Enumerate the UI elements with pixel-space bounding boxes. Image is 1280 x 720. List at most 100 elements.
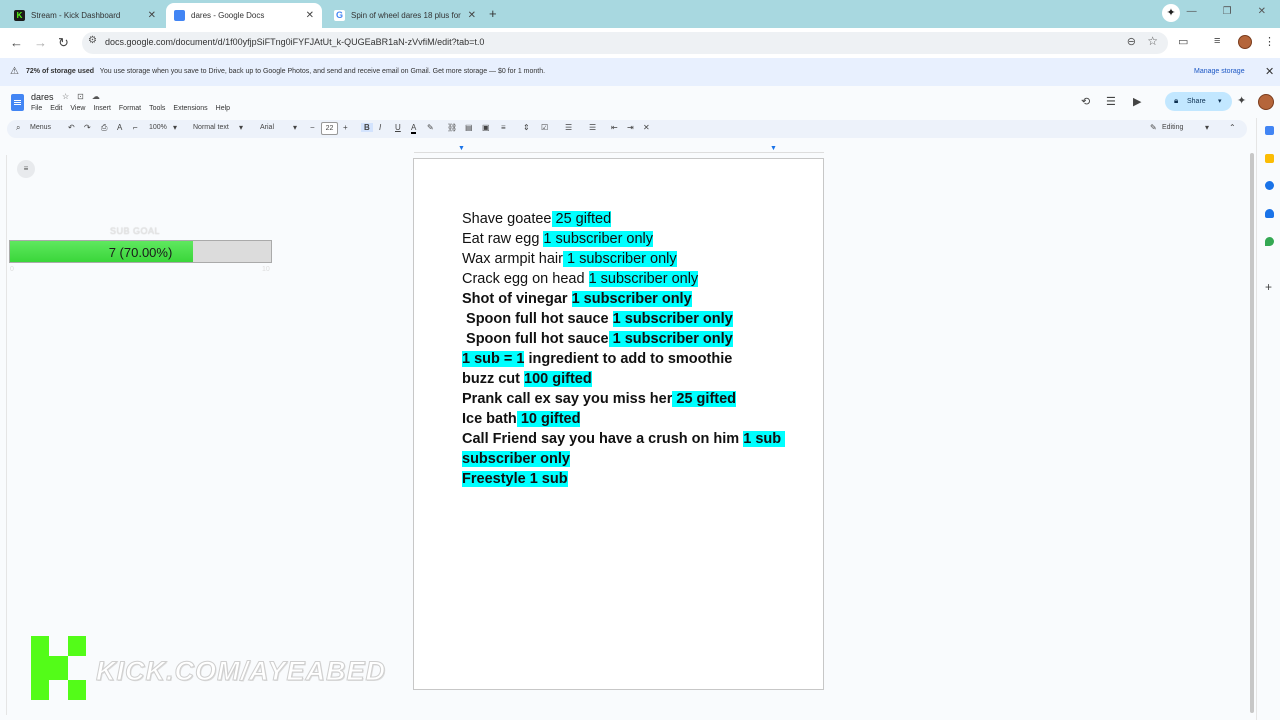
chevron-down-icon[interactable]: ▾ [1218, 97, 1222, 105]
scrollbar[interactable] [1250, 153, 1254, 713]
gemini-icon[interactable]: ✦ [1162, 4, 1180, 22]
star-icon[interactable]: ☆ [62, 92, 69, 101]
document-line[interactable]: Crack egg on head 1 subscriber only [462, 269, 782, 289]
document-body[interactable]: Shave goatee 25 gifted Eat raw egg 1 subs… [462, 209, 786, 489]
menu-help[interactable]: Help [216, 105, 230, 112]
forward-icon[interactable]: → [34, 35, 47, 50]
document-line[interactable]: Call Friend say you have a crush on him … [462, 429, 786, 469]
undo-icon[interactable]: ↶ [68, 123, 75, 132]
move-folder-icon[interactable]: ⊡ [77, 92, 84, 101]
decrease-indent-icon[interactable]: ⇤ [611, 123, 618, 132]
decrease-font-icon[interactable]: − [310, 123, 315, 132]
menu-insert[interactable]: Insert [93, 105, 111, 112]
minimize-icon[interactable]: — [1187, 6, 1197, 17]
align-icon[interactable]: ≡ [501, 123, 506, 132]
document-line[interactable]: Shave goatee 25 gifted [462, 209, 782, 229]
reading-list-icon[interactable]: ≡ [1214, 35, 1220, 47]
underline-icon[interactable]: U [395, 123, 401, 132]
collapse-toolbar-icon[interactable]: ⌃ [1229, 123, 1236, 132]
document-line[interactable]: buzz cut 100 gifted [462, 369, 782, 389]
document-page[interactable]: Shave goatee 25 gifted Eat raw egg 1 subs… [413, 158, 824, 690]
document-line[interactable]: 1 sub = 1 ingredient to add to smoothie [462, 349, 782, 369]
close-banner-icon[interactable]: ✕ [1265, 65, 1274, 78]
highlight-color-icon[interactable]: ✎ [427, 123, 434, 132]
document-line[interactable]: Spoon full hot sauce 1 subscriber only [462, 329, 782, 349]
add-addon-icon[interactable]: + [1265, 280, 1272, 294]
document-line[interactable]: Eat raw egg 1 subscriber only [462, 229, 782, 249]
keep-icon[interactable] [1265, 154, 1274, 163]
right-indent-marker[interactable]: ▼ [770, 145, 777, 152]
comments-icon[interactable]: ☰ [1106, 95, 1116, 108]
version-history-icon[interactable]: ⟲ [1081, 95, 1090, 108]
document-line[interactable]: Wax armpit hair 1 subscriber only [462, 249, 782, 269]
more-menu-icon[interactable]: ⋮ [1264, 35, 1275, 48]
document-title[interactable]: dares [31, 92, 54, 102]
close-icon[interactable]: ✕ [306, 10, 314, 21]
zoom-select[interactable]: 100% [149, 124, 167, 131]
close-icon[interactable]: ✕ [468, 10, 476, 21]
document-line[interactable]: Spoon full hot sauce 1 subscriber only [462, 309, 782, 329]
manage-storage-link[interactable]: Manage storage [1194, 68, 1245, 75]
numbered-list-icon[interactable]: ☰ [589, 123, 596, 132]
restore-icon[interactable]: ❐ [1223, 6, 1232, 17]
contacts-icon[interactable] [1265, 209, 1274, 218]
increase-indent-icon[interactable]: ⇥ [627, 123, 634, 132]
search-icon[interactable]: ⌕ [16, 123, 20, 133]
bullet-list-icon[interactable]: ☰ [565, 123, 572, 132]
tab-google-docs[interactable]: dares - Google Docs ✕ [166, 3, 322, 28]
account-avatar[interactable] [1258, 94, 1274, 110]
clear-formatting-icon[interactable]: ✕ [643, 123, 650, 132]
paint-format-icon[interactable]: ⌐ [133, 123, 138, 132]
zoom-icon[interactable]: ⊖ [1127, 35, 1136, 48]
text-color-icon[interactable]: A [411, 123, 417, 134]
font-select[interactable]: Arial [260, 124, 274, 131]
document-line[interactable]: Prank call ex say you miss her 25 gifted [462, 389, 782, 409]
gemini-sparkle-icon[interactable]: ✦ [1237, 94, 1246, 107]
document-line[interactable]: Freestyle 1 sub [462, 469, 782, 489]
image-icon[interactable]: ▣ [482, 123, 490, 132]
menu-file[interactable]: File [31, 105, 42, 112]
meet-icon[interactable]: ▶ [1133, 95, 1141, 108]
style-select[interactable]: Normal text [193, 124, 229, 131]
tab-spin-wheel[interactable]: G Spin of wheel dares 18 plus for ✕ [326, 3, 484, 28]
italic-icon[interactable]: I [379, 123, 381, 132]
checklist-icon[interactable]: ☑ [541, 123, 548, 132]
link-icon[interactable]: ⛓ [447, 123, 457, 132]
menus-search[interactable]: Menus [30, 124, 51, 131]
increase-font-icon[interactable]: + [343, 123, 348, 132]
font-size-input[interactable]: 22 [321, 122, 338, 135]
tasks-icon[interactable] [1265, 181, 1274, 190]
editing-mode-select[interactable]: Editing [1162, 124, 1183, 131]
menu-tools[interactable]: Tools [149, 105, 165, 112]
bold-icon[interactable]: B [361, 123, 373, 132]
site-info-icon[interactable]: ⚙ [88, 35, 97, 46]
menu-view[interactable]: View [70, 105, 85, 112]
document-line[interactable]: Shot of vinegar 1 subscriber only [462, 289, 782, 309]
profile-avatar[interactable] [1238, 35, 1252, 49]
document-outline-icon[interactable]: ≡ [17, 160, 35, 178]
document-line[interactable]: Ice bath 10 gifted [462, 409, 782, 429]
spellcheck-icon[interactable]: A [117, 123, 122, 132]
maps-icon[interactable] [1265, 237, 1274, 246]
reload-icon[interactable]: ↻ [58, 35, 69, 51]
calendar-icon[interactable] [1265, 126, 1274, 135]
close-window-icon[interactable]: ✕ [1258, 6, 1266, 17]
google-icon: G [334, 10, 345, 21]
new-tab-icon[interactable]: + [489, 6, 497, 21]
tab-kick-dashboard[interactable]: K Stream - Kick Dashboard ✕ [6, 3, 164, 28]
url-bar[interactable]: ⚙ docs.google.com/document/d/1f00yfjpSiF… [82, 32, 1168, 54]
menu-extensions[interactable]: Extensions [173, 105, 207, 112]
docs-logo-icon[interactable] [11, 94, 24, 111]
back-icon[interactable]: ← [10, 35, 23, 50]
line-spacing-icon[interactable]: ⇕ [523, 123, 530, 132]
cast-icon[interactable]: ▭ [1178, 35, 1188, 48]
menu-format[interactable]: Format [119, 105, 141, 112]
share-button[interactable]: 🔒︎ Share ▾ [1165, 92, 1232, 111]
redo-icon[interactable]: ↷ [84, 123, 91, 132]
menu-edit[interactable]: Edit [50, 105, 62, 112]
bookmark-star-icon[interactable]: ☆ [1147, 34, 1158, 48]
close-icon[interactable]: ✕ [148, 10, 156, 21]
comment-add-icon[interactable]: ▤ [465, 123, 473, 132]
print-icon[interactable]: ⎙ [101, 123, 107, 133]
left-indent-marker[interactable]: ▼ [458, 145, 465, 152]
